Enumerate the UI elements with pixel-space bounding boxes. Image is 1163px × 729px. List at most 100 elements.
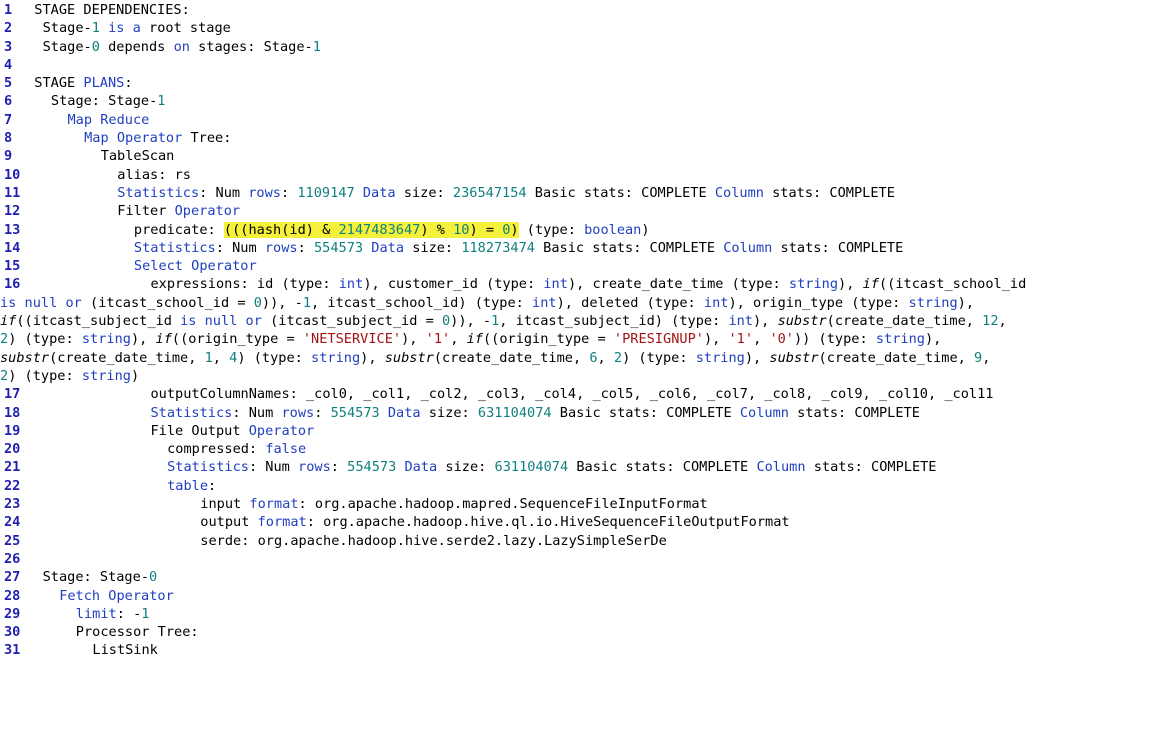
code-token: ), (744, 349, 770, 366)
line-number: 31 (4, 642, 21, 659)
code-token: ), (360, 349, 385, 366)
code-token: , (212, 349, 230, 366)
code-token: substr (769, 349, 819, 366)
code-token: 1109147 (297, 184, 355, 201)
code-token: int (703, 294, 729, 311)
code-token: string (311, 349, 361, 366)
code-token: substr (0, 349, 50, 366)
line-number: 28 (4, 587, 21, 604)
code-token: int (543, 276, 568, 293)
code-token: Basic stats: COMPLETE (534, 239, 724, 256)
code-token: ) (type: (622, 349, 696, 366)
code-token: string (81, 331, 131, 348)
line-text: output format: org.apache.hadoop.hive.ql… (24, 513, 1163, 531)
code-token: ), (838, 276, 863, 293)
code-line-18: 18 Statistics: Num rows: 554573 Data size… (0, 404, 1163, 422)
code-token: ) (type: (8, 331, 82, 348)
code-token: compressed: (167, 441, 266, 458)
code-token: boolean (584, 221, 642, 238)
highlighted-token: 10 (453, 221, 470, 238)
line-text: STAGE PLANS: (24, 74, 1163, 92)
code-token: Statistics (167, 459, 249, 476)
line-number: 30 (4, 624, 21, 641)
code-token: Data (387, 404, 421, 421)
code-line-3: 3 Stage-0 depends on stages: Stage-1 (0, 38, 1163, 56)
code-line-25: 25 serde: org.apache.hadoop.hive.serde2.l… (0, 532, 1163, 550)
code-token: : (124, 75, 133, 92)
code-token: : org.apache.hadoop.mapred.SequenceFileI… (298, 496, 708, 513)
line-text: TableScan (24, 147, 1163, 165)
code-token: '0' (769, 331, 794, 348)
code-token: 0 (149, 569, 158, 586)
code-token: : org.apache.hadoop.hive.ql.io.HiveSeque… (306, 514, 790, 531)
code-token: int (532, 294, 557, 311)
code-line-28: 28 Fetch Operator (0, 587, 1163, 605)
code-token: )), - (261, 294, 303, 311)
line-number: 24 (4, 514, 21, 531)
code-token: , (597, 349, 614, 366)
code-line-12: 12 Filter Operator (0, 202, 1163, 220)
code-line-11: 11 Statistics: Num rows: 1109147 Data siz… (0, 184, 1163, 202)
code-token: : Num (232, 404, 282, 421)
code-token: , (982, 349, 991, 366)
highlighted-token: ) = (469, 221, 503, 238)
code-line-15: 15 Select Operator (0, 257, 1163, 275)
line-number: 4 (4, 56, 13, 73)
line-number: 2 (4, 20, 13, 37)
code-token: 6 (589, 349, 598, 366)
code-token: 9 (974, 349, 983, 366)
code-token: if (862, 276, 879, 293)
code-token: Stage: Stage- (42, 569, 149, 586)
code-token: ), create_date_time (type: (567, 276, 789, 293)
line-number: 15 (4, 258, 21, 275)
code-token: Fetch Operator (59, 587, 174, 604)
code-token: : (281, 184, 298, 201)
code-token: 1 (91, 20, 100, 37)
code-line-6: 6 Stage: Stage-1 (0, 92, 1163, 110)
code-token: stats: COMPLETE (772, 239, 904, 256)
line-number: 19 (4, 422, 21, 439)
line-number: 14 (4, 239, 21, 256)
code-line-9: 9 TableScan (0, 147, 1163, 165)
code-token: or (65, 294, 82, 311)
code-line-wrap: 2) (type: string) (0, 367, 1163, 385)
code-token: ListSink (92, 642, 158, 659)
line-number: 22 (4, 477, 21, 494)
line-text: alias: rs (24, 166, 1163, 184)
code-line-26: 26 (0, 550, 1163, 568)
code-line-10: 10 alias: rs (0, 166, 1163, 184)
code-token: on (173, 38, 190, 55)
code-token: string (788, 276, 839, 293)
code-token: or (245, 313, 262, 330)
code-token: string (81, 367, 131, 384)
code-line-8: 8 Map Operator Tree: (0, 129, 1163, 147)
code-line-21: 21 Statistics: Num rows: 554573 Data size… (0, 458, 1163, 476)
code-line-16: 16 expressions: id (type: int), customer_… (0, 275, 1163, 293)
line-text: if((itcast_subject_id is null or (itcast… (0, 312, 1163, 330)
code-token: outputColumnNames: _col0, _col1, _col2, … (150, 386, 994, 403)
line-text: Statistics: Num rows: 554573 Data size: … (24, 239, 1163, 257)
highlighted-token: (((hash(id) & (223, 221, 339, 238)
code-listing: 1 STAGE DEPENDENCIES: 2 Stage-1 is a root s… (0, 1, 1163, 660)
code-token: 'PRESIGNUP' (613, 331, 704, 348)
line-text: Select Operator (24, 257, 1163, 275)
code-token: size: (420, 404, 478, 421)
code-line-5: 5 STAGE PLANS: (0, 74, 1163, 92)
line-number: 7 (4, 111, 13, 128)
code-token: int (728, 313, 753, 330)
code-line-30: 30 Processor Tree: (0, 623, 1163, 641)
code-token: : (297, 239, 314, 256)
code-token: root stage (140, 20, 231, 37)
code-line-27: 27 Stage: Stage-0 (0, 568, 1163, 586)
code-token: , itcast_subject_id) (type: (499, 313, 729, 330)
code-token: 0 (441, 313, 451, 330)
code-token: rows (248, 184, 281, 201)
code-token: Data (404, 459, 438, 476)
code-token: STAGE DEPENDENCIES: (34, 2, 190, 18)
code-token: input (200, 496, 250, 513)
code-token: ), (957, 294, 975, 311)
line-text: outputColumnNames: _col0, _col1, _col2, … (24, 385, 1163, 403)
code-token: ), customer_id (type: (363, 276, 544, 293)
code-token: Operator (174, 203, 241, 220)
